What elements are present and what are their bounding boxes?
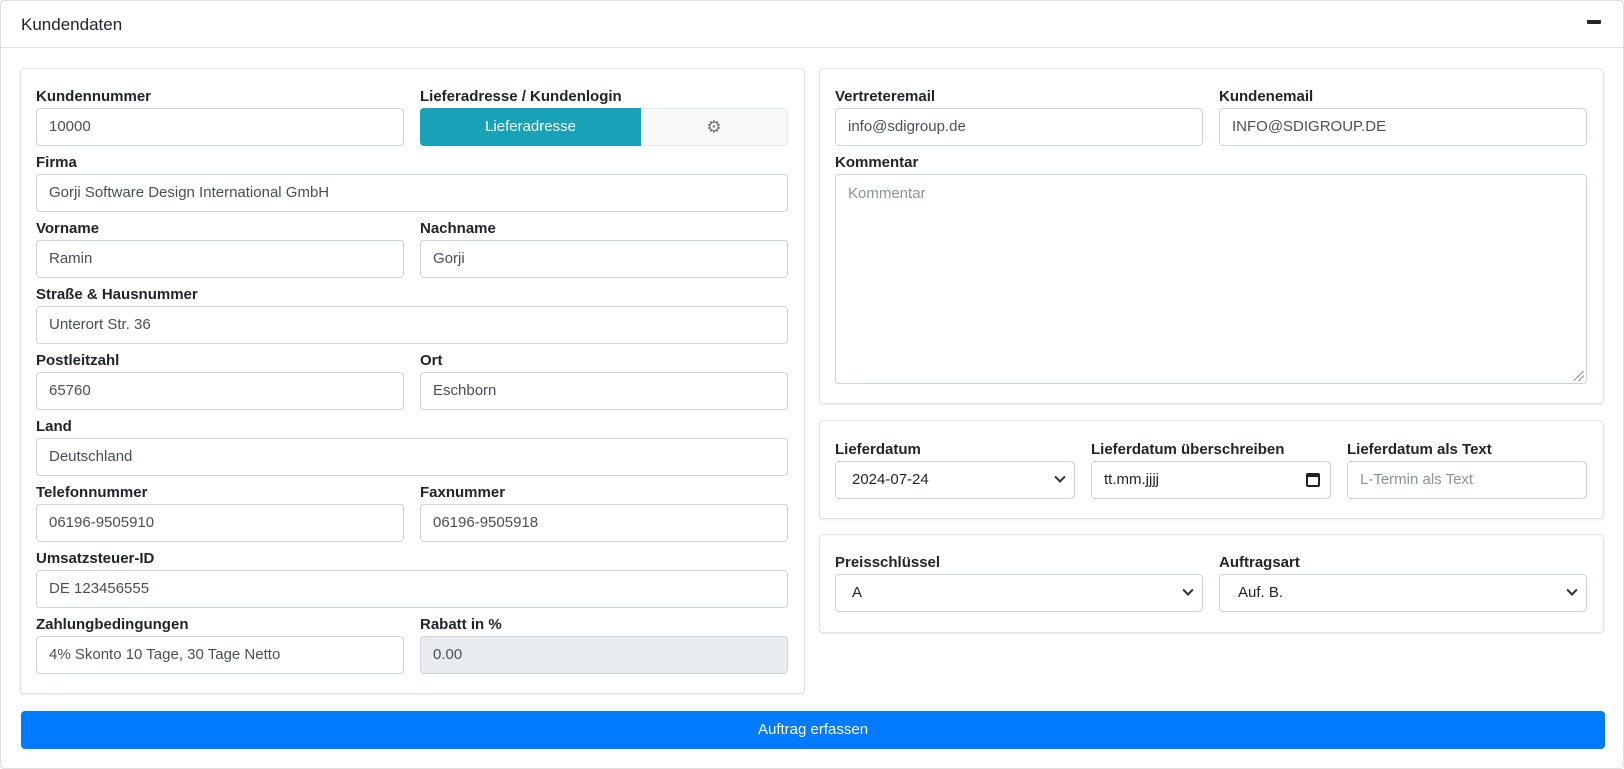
telefon-input[interactable]: 06196-9505910: [36, 504, 404, 542]
rabatt-input: 0.00: [420, 636, 788, 674]
ort-input[interactable]: Eschborn: [420, 372, 788, 410]
preisschluessel-select[interactable]: A: [835, 574, 1203, 612]
calendar-icon[interactable]: [1306, 473, 1320, 487]
minus-icon[interactable]: [1587, 20, 1601, 24]
ueberschreiben-value: tt.mm.jjjj: [1104, 471, 1159, 488]
vertreteremail-label: Vertreteremail: [835, 88, 936, 105]
lieferadresse-button[interactable]: Lieferadresse: [420, 108, 641, 146]
resize-grip-icon[interactable]: [1574, 371, 1584, 381]
kommentar-placeholder: Kommentar: [848, 185, 926, 202]
als-text-label: Lieferdatum als Text: [1347, 441, 1492, 458]
lieferdatum-value: 2024-07-24: [852, 471, 929, 488]
als-text-input[interactable]: L-Termin als Text: [1347, 461, 1587, 499]
strasse-input[interactable]: Unterort Str. 36: [36, 306, 788, 344]
land-label: Land: [36, 418, 72, 435]
settings-button[interactable]: ⚙: [641, 108, 788, 146]
kundenemail-input[interactable]: INFO@SDIGROUP.DE: [1219, 108, 1587, 146]
preisschluessel-value: A: [852, 584, 863, 601]
preisschluessel-label: Preisschlüssel: [835, 554, 941, 571]
fax-input[interactable]: 06196-9505918: [420, 504, 788, 542]
ustid-input[interactable]: DE 123456555: [36, 570, 788, 608]
card-header: Kundendaten: [1, 1, 1623, 48]
kommentar-label: Kommentar: [835, 154, 919, 171]
firma-label: Firma: [36, 154, 77, 171]
gear-icon: ⚙: [706, 117, 722, 137]
strasse-label: Straße & Hausnummer: [36, 286, 198, 303]
land-input[interactable]: Deutschland: [36, 438, 788, 476]
vorname-label: Vorname: [36, 220, 100, 237]
zahlung-label: Zahlungbedingungen: [36, 616, 189, 633]
chevron-down-icon: [1566, 584, 1578, 596]
fax-label: Faxnummer: [420, 484, 506, 501]
lieferdatum-label: Lieferdatum: [835, 441, 921, 458]
vertreteremail-input[interactable]: info@sdigroup.de: [835, 108, 1203, 146]
ueberschreiben-date-input[interactable]: tt.mm.jjjj: [1091, 461, 1331, 499]
lieferadresse-label: Lieferadresse / Kundenlogin: [420, 88, 622, 105]
zahlung-input[interactable]: 4% Skonto 10 Tage, 30 Tage Netto: [36, 636, 404, 674]
vorname-input[interactable]: Ramin: [36, 240, 404, 278]
kundendaten-card: Kundendaten Kundennummer 10000 Lieferadr…: [0, 0, 1624, 769]
nachname-input[interactable]: Gorji: [420, 240, 788, 278]
nachname-label: Nachname: [420, 220, 496, 237]
card-title: Kundendaten: [21, 15, 123, 34]
kundenemail-label: Kundenemail: [1219, 88, 1314, 105]
auftragsart-select[interactable]: Auf. B.: [1219, 574, 1587, 612]
rabatt-label: Rabatt in %: [420, 616, 502, 633]
kundennummer-input[interactable]: 10000: [36, 108, 404, 146]
lieferadresse-button-group: Lieferadresse ⚙: [420, 108, 788, 146]
kommentar-textarea[interactable]: Kommentar: [835, 174, 1587, 384]
telefon-label: Telefonnummer: [36, 484, 148, 501]
kundennummer-label: Kundennummer: [36, 88, 152, 105]
chevron-down-icon: [1054, 471, 1066, 483]
plz-input[interactable]: 65760: [36, 372, 404, 410]
ueberschreiben-label: Lieferdatum überschreiben: [1091, 441, 1285, 458]
plz-label: Postleitzahl: [36, 352, 120, 369]
auftragsart-value: Auf. B.: [1238, 584, 1284, 601]
firma-input[interactable]: Gorji Software Design International GmbH: [36, 174, 788, 212]
ustid-label: Umsatzsteuer-ID: [36, 550, 155, 567]
chevron-down-icon: [1182, 584, 1194, 596]
auftragsart-label: Auftragsart: [1219, 554, 1300, 571]
auftrag-erfassen-button[interactable]: Auftrag erfassen: [21, 711, 1605, 749]
als-text-placeholder: L-Termin als Text: [1360, 471, 1474, 488]
ort-label: Ort: [420, 352, 443, 369]
lieferdatum-select[interactable]: 2024-07-24: [835, 461, 1075, 499]
